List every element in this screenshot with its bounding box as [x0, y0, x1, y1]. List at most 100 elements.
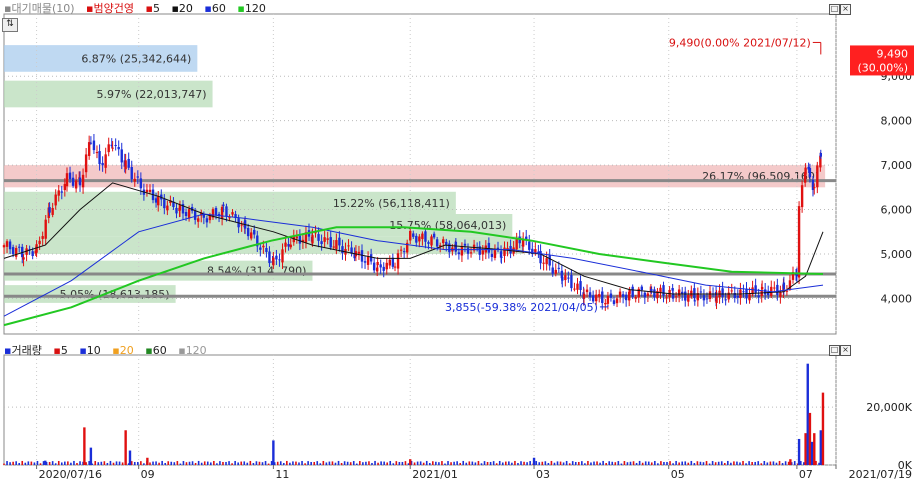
candle-body-139: [391, 257, 395, 267]
close-icon[interactable]: ×: [840, 4, 851, 15]
candle-body-271: [760, 286, 764, 290]
volume-base-bar-101: [310, 461, 312, 465]
candle-body-146: [412, 233, 415, 237]
candle-body-227: [640, 286, 643, 291]
candle-body-166: [469, 252, 473, 254]
volume-base-bar-229: [699, 461, 702, 465]
volume-base-bar-20: [64, 461, 66, 465]
volume-base-bar-216: [660, 461, 662, 465]
legend-label-ma60: 60: [211, 2, 226, 15]
volume-base-bar-193: [590, 462, 592, 465]
candle-body-20: [57, 190, 60, 196]
candle-body-89: [250, 232, 253, 239]
candle-body-80: [225, 206, 228, 217]
volume-base-bar-217: [663, 461, 665, 465]
legend-item-stock[interactable]: ▪범양건영: [86, 2, 138, 15]
legend-label-ma5: 5: [152, 2, 160, 15]
candle-body-116: [326, 238, 329, 240]
volume-base-bar-54: [167, 461, 170, 465]
vlegend-item-5[interactable]: ▪5: [53, 344, 71, 357]
vlegend-item-20[interactable]: ▪20: [112, 344, 137, 357]
legend-item-ma5[interactable]: ▪5: [145, 2, 163, 15]
candle-body-250: [702, 294, 706, 301]
volume-base-bar-124: [380, 461, 382, 465]
price-legend: ▪대기매물(10) ▪범양건영 ▪5 ▪20 ▪60 ▪120: [4, 2, 274, 16]
volume-base-bar-156: [477, 460, 480, 465]
volume-base-bar-103: [316, 461, 319, 465]
candle-body-13: [38, 240, 41, 245]
xtick-label-6: 07: [799, 468, 813, 481]
candle-body-97: [272, 257, 275, 266]
volume-base-bar-1: [6, 461, 8, 465]
vlegend-item-60[interactable]: ▪60: [145, 344, 170, 357]
volume-base-bar-7: [24, 462, 27, 465]
volume-maximize-icon[interactable]: □: [829, 345, 840, 356]
candle-body-113: [317, 234, 320, 241]
volume-bar-10: [797, 438, 801, 465]
candle-body-292: [813, 187, 816, 189]
volume-base-bar-21: [67, 461, 69, 465]
volume-base-bar-186: [568, 463, 571, 465]
volume-base-bar-86: [264, 461, 267, 465]
candle-body-10: [31, 251, 34, 257]
volume-base-bar-159: [486, 461, 489, 465]
volume-base-bar-58: [179, 463, 182, 465]
volume-base-bar-205: [626, 462, 629, 465]
legend-item-ma60[interactable]: ▪60: [204, 2, 229, 15]
volume-base-bar-142: [435, 461, 437, 465]
candle-body-73: [205, 218, 209, 223]
volume-base-bar-137: [419, 461, 422, 465]
volume-base-bar-173: [529, 461, 531, 465]
candle-body-119: [335, 240, 338, 249]
volume-base-bar-200: [611, 461, 614, 465]
candle-body-172: [487, 242, 491, 253]
candle-body-150: [424, 231, 427, 242]
volume-close-icon[interactable]: ×: [840, 345, 851, 356]
volume-base-bar-209: [638, 460, 641, 465]
volume-ytick-1: 20,000K: [866, 401, 912, 414]
supply-legend-item[interactable]: ▪대기매물(10): [4, 2, 79, 15]
candle-body-138: [388, 259, 392, 266]
volume-base-bar-157: [480, 463, 483, 465]
candle-body-187: [528, 241, 531, 250]
volume-base-bar-213: [650, 462, 653, 465]
volume-base-bar-148: [453, 461, 455, 465]
volume-base-bar-249: [760, 463, 763, 465]
candle-body-26: [74, 180, 78, 189]
candle-body-240: [674, 296, 678, 298]
volume-legend-item[interactable]: ▪거래량: [4, 344, 46, 357]
volume-base-bar-146: [447, 461, 449, 465]
volume-base-bar-175: [535, 461, 538, 465]
legend-label-stock: 범양건영: [93, 2, 134, 15]
candle-body-193: [545, 258, 548, 265]
volume-bar-3: [124, 430, 127, 465]
supply-legend-label: 대기매물(10): [11, 2, 75, 15]
maximize-icon[interactable]: □: [829, 4, 840, 15]
xtick-label-7: 2021/07/19: [849, 468, 912, 481]
volume-base-bar-176: [538, 462, 541, 465]
vlegend-item-120[interactable]: ▪120: [178, 344, 210, 357]
volume-base-bar-3: [12, 461, 14, 465]
chart-settings-icon[interactable]: ⇅: [2, 18, 18, 32]
volume-base-bar-80: [246, 462, 249, 465]
candle-body-163: [460, 246, 464, 256]
volume-base-bar-194: [593, 461, 595, 465]
volume-base-bar-199: [608, 461, 611, 465]
candle-body-153: [432, 233, 436, 238]
vlegend-label-120: 120: [185, 344, 207, 357]
legend-item-ma120[interactable]: ▪120: [237, 2, 269, 15]
volume-base-bar-167: [511, 462, 513, 465]
candle-body-69: [193, 211, 197, 220]
vlegend-item-10[interactable]: ▪10: [79, 344, 104, 357]
legend-item-ma20[interactable]: ▪20: [171, 2, 196, 15]
candle-body-257: [721, 288, 724, 297]
volume-base-bar-172: [526, 462, 528, 465]
candle-body-255: [715, 296, 718, 303]
candle-body-195: [551, 267, 554, 274]
candle-body-151: [427, 242, 430, 244]
candle-body-249: [699, 291, 703, 293]
volume-base-bar-56: [173, 462, 176, 465]
volume-chart: 0K20,000K2020/07/16 09 11 2021/01 03 05 07 2021…: [3, 354, 913, 481]
volume-base-bar-164: [501, 462, 504, 465]
volume-base-bar-53: [164, 462, 166, 465]
